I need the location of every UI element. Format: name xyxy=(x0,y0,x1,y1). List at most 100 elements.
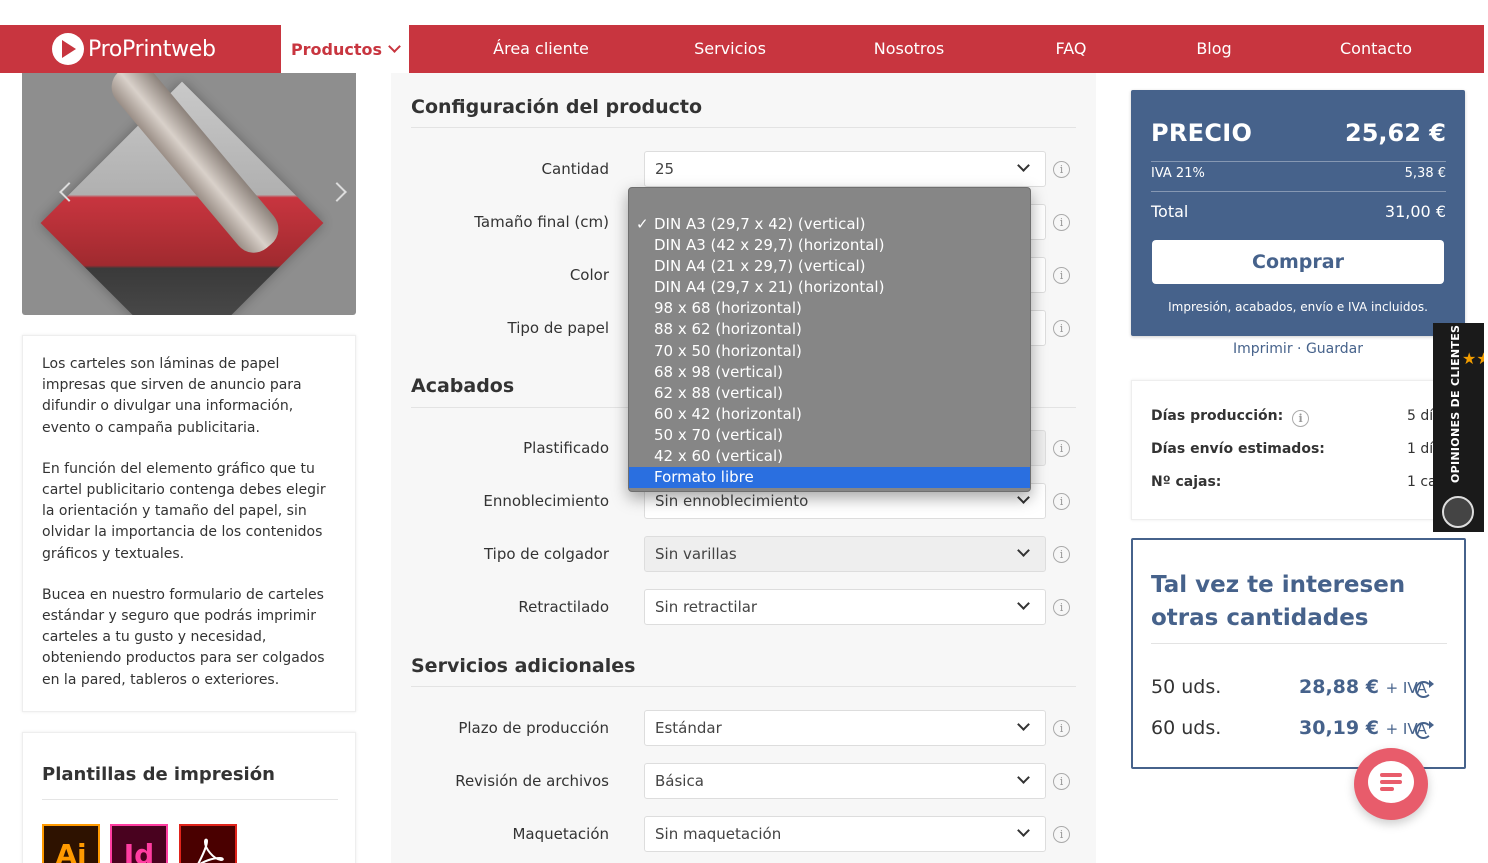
production-info-box: Días producción: i 5 días Días envío est… xyxy=(1131,380,1465,520)
info-icon[interactable]: i xyxy=(1053,161,1070,178)
acrobat-pdf-template-icon[interactable] xyxy=(179,824,237,863)
divider xyxy=(1151,191,1446,192)
nav-item-blog[interactable]: Blog xyxy=(1196,25,1231,73)
layout-label: Maquetación xyxy=(512,825,609,843)
other-quantities-box: Tal vez te interesen otras cantidades 50… xyxy=(1131,538,1466,769)
size-label: Tamaño final (cm) xyxy=(474,213,609,231)
refresh-icon[interactable] xyxy=(1415,680,1434,698)
divider xyxy=(1151,643,1447,644)
size-option-label: 70 x 50 (horizontal) xyxy=(654,341,802,360)
size-option[interactable]: 88 x 62 (horizontal) xyxy=(629,319,1030,340)
quantity-option-label: 60 uds. xyxy=(1151,717,1222,739)
size-option[interactable]: 98 x 68 (horizontal) xyxy=(629,298,1030,319)
total-label: Total xyxy=(1151,202,1189,221)
info-icon[interactable]: i xyxy=(1053,546,1070,563)
customer-reviews-badge[interactable]: OPINIONES DE CLIENTES ★★★★★ xyxy=(1433,323,1484,532)
link-separator: · xyxy=(1297,341,1302,357)
nav-item-faq[interactable]: FAQ xyxy=(1056,25,1087,73)
section-title-finishes: Acabados xyxy=(411,375,515,397)
size-option[interactable]: 60 x 42 (horizontal) xyxy=(629,404,1030,425)
size-option-label: 60 x 42 (horizontal) xyxy=(654,404,802,423)
size-option[interactable]: 68 x 98 (vertical) xyxy=(629,362,1030,383)
info-icon[interactable]: i xyxy=(1053,599,1070,616)
vat-value: 5,38 € xyxy=(1404,166,1446,181)
buy-button[interactable]: Comprar xyxy=(1152,240,1444,284)
size-option[interactable]: ✓ DIN A3 (29,7 x 42) (vertical) xyxy=(629,214,1030,235)
acrobat-icon xyxy=(197,838,224,863)
size-option[interactable]: 62 x 88 (vertical) xyxy=(629,383,1030,404)
size-option-label: 50 x 70 (vertical) xyxy=(654,425,783,444)
paper-type-label: Tipo de papel xyxy=(507,319,609,337)
brand-logo[interactable]: ProPrintweb xyxy=(52,33,216,65)
size-option[interactable]: DIN A4 (29,7 x 21) (horizontal) xyxy=(629,277,1030,298)
indesign-template-icon[interactable]: Id xyxy=(110,824,168,863)
hanger-value: Sin varillas xyxy=(655,545,737,563)
refresh-icon[interactable] xyxy=(1415,721,1434,739)
chevron-down-icon xyxy=(1017,771,1030,784)
size-option[interactable]: 70 x 50 (horizontal) xyxy=(629,341,1030,362)
size-option-label: DIN A3 (29,7 x 42) (vertical) xyxy=(654,215,866,233)
ennoble-label: Ennoblecimiento xyxy=(483,492,609,510)
info-icon[interactable]: i xyxy=(1053,214,1070,231)
file-review-value: Básica xyxy=(655,772,704,790)
hanger-label: Tipo de colgador xyxy=(483,545,609,563)
info-icon[interactable]: i xyxy=(1053,826,1070,843)
chat-button[interactable] xyxy=(1354,748,1428,820)
info-icon[interactable]: i xyxy=(1053,267,1070,284)
color-label: Color xyxy=(569,266,609,284)
info-icon[interactable]: i xyxy=(1053,493,1070,510)
layout-value: Sin maquetación xyxy=(655,825,782,843)
size-option-label: 98 x 68 (horizontal) xyxy=(654,299,802,318)
production-term-select[interactable]: Estándar xyxy=(644,710,1046,746)
total-value: 31,00 € xyxy=(1384,202,1446,221)
product-image-carousel[interactable] xyxy=(22,73,356,315)
size-option[interactable]: DIN A3 (42 x 29,7) (horizontal) xyxy=(629,235,1030,256)
layout-select[interactable]: Sin maquetación xyxy=(644,816,1046,852)
chevron-down-icon xyxy=(1017,824,1030,837)
reviews-label: OPINIONES DE CLIENTES xyxy=(1449,324,1462,483)
chevron-down-icon xyxy=(1017,544,1030,557)
nav-item-servicios[interactable]: Servicios xyxy=(694,25,766,73)
nav-item-area-cliente[interactable]: Área cliente xyxy=(493,25,589,73)
info-icon[interactable]: i xyxy=(1053,320,1070,337)
print-templates-box: Plantillas de impresión Ai Id xyxy=(22,732,356,863)
info-icon[interactable]: i xyxy=(1053,720,1070,737)
quantity-select[interactable]: 25 xyxy=(644,151,1046,187)
print-link[interactable]: Imprimir xyxy=(1233,341,1293,357)
save-link[interactable]: Guardar xyxy=(1306,341,1363,357)
file-review-select[interactable]: Básica xyxy=(644,763,1046,799)
size-option-label: 88 x 62 (horizontal) xyxy=(654,320,802,339)
nav-item-contacto[interactable]: Contacto xyxy=(1340,25,1412,73)
price-note: Impresión, acabados, envío e IVA incluid… xyxy=(1168,300,1428,314)
nav-item-productos[interactable]: Productos xyxy=(281,25,409,73)
top-navbar: ProPrintweb Productos Área cliente Servi… xyxy=(0,25,1484,73)
chat-icon xyxy=(1368,761,1414,803)
boxes-label: Nº cajas: xyxy=(1151,474,1222,490)
size-option[interactable]: 50 x 70 (vertical) xyxy=(629,425,1030,446)
info-icon[interactable]: i xyxy=(1053,773,1070,790)
description-paragraph: Los carteles son láminas de papel impres… xyxy=(42,356,302,436)
chevron-down-icon xyxy=(1017,718,1030,731)
info-icon[interactable]: i xyxy=(1053,440,1070,457)
illustrator-template-icon[interactable]: Ai xyxy=(42,824,100,863)
checkmark-icon: ✓ xyxy=(636,215,649,233)
quantity-option-price[interactable]: 30,19 € + IVA xyxy=(1299,717,1427,739)
size-option[interactable]: DIN A4 (21 x 29,7) (vertical) xyxy=(629,256,1030,277)
hanger-select[interactable]: Sin varillas xyxy=(644,536,1046,572)
ennoble-value: Sin ennoblecimiento xyxy=(655,492,809,510)
production-term-value: Estándar xyxy=(655,719,722,737)
star-rating-icon: ★★★★★ xyxy=(1462,349,1484,368)
description-paragraph: En función del elemento gráfico que tu c… xyxy=(42,460,326,562)
info-icon[interactable]: i xyxy=(1292,410,1310,427)
divider xyxy=(411,686,1076,687)
logo-text: ProPrintweb xyxy=(88,36,216,62)
quantity-label: Cantidad xyxy=(541,160,609,178)
nav-item-nosotros[interactable]: Nosotros xyxy=(874,25,945,73)
quantity-option-price[interactable]: 28,88 € + IVA xyxy=(1299,676,1427,698)
size-option[interactable]: 42 x 60 (vertical) xyxy=(629,446,1030,467)
size-option[interactable]: Formato libre xyxy=(629,467,1030,489)
size-option-label: 62 x 88 (vertical) xyxy=(654,383,783,402)
shrink-value: Sin retractilar xyxy=(655,598,758,616)
shrink-select[interactable]: Sin retractilar xyxy=(644,589,1046,625)
carousel-next-icon[interactable] xyxy=(327,182,347,202)
